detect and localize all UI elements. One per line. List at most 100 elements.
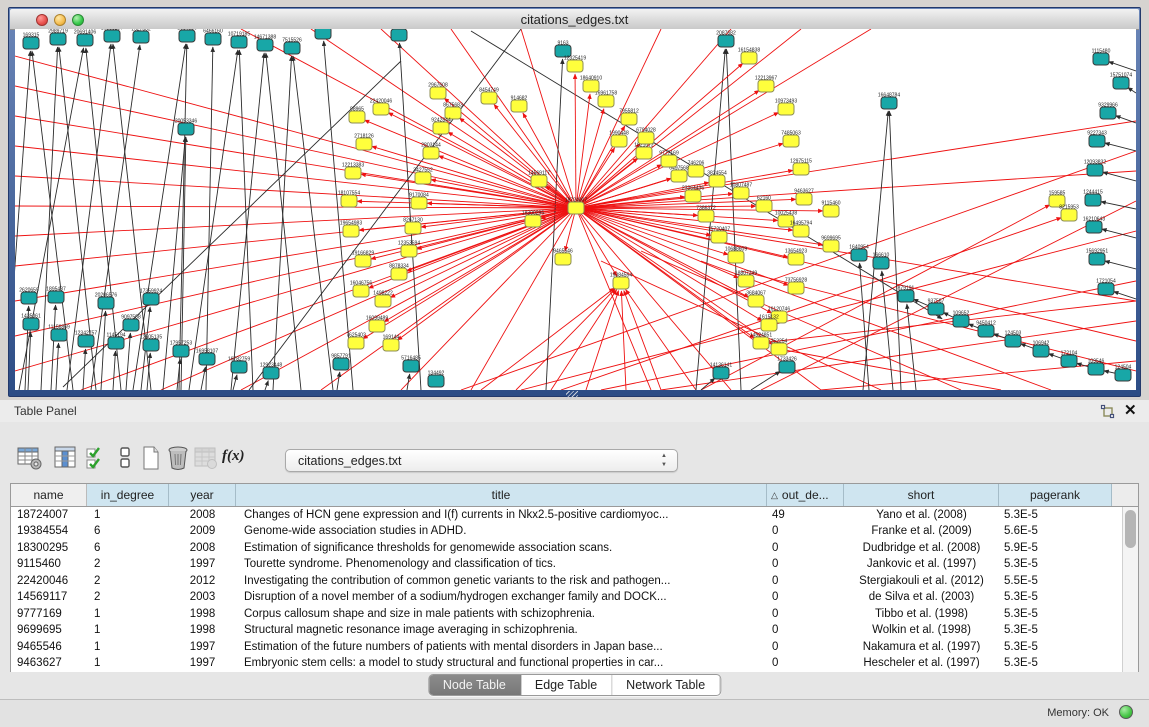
graph-node[interactable] <box>179 30 195 42</box>
graph-node[interactable] <box>23 318 39 330</box>
graph-node[interactable] <box>263 367 279 379</box>
graph-node[interactable] <box>481 92 497 104</box>
graph-node[interactable] <box>356 138 372 150</box>
graph-node[interactable] <box>758 80 774 92</box>
graph-node[interactable] <box>638 132 654 144</box>
memory-ok-icon[interactable] <box>1119 705 1133 719</box>
graph-node[interactable] <box>205 33 221 45</box>
graph-node[interactable] <box>1089 253 1105 265</box>
panel-resize-handle[interactable] <box>566 391 578 399</box>
graph-node[interactable] <box>50 33 66 45</box>
graph-node[interactable] <box>1100 107 1116 119</box>
table-chooser-select[interactable]: citations_edges.txt ▲▼ <box>285 449 678 472</box>
column-header-out-de-[interactable]: △out_de... <box>767 484 844 506</box>
graph-node[interactable] <box>1113 77 1129 89</box>
graph-node[interactable] <box>315 29 331 39</box>
graph-node[interactable] <box>621 113 637 125</box>
graph-node[interactable] <box>231 361 247 373</box>
graph-node[interactable] <box>343 225 359 237</box>
graph-node[interactable] <box>411 197 427 209</box>
graph-node[interactable] <box>978 325 994 337</box>
graph-node[interactable] <box>953 315 969 327</box>
column-header-pagerank[interactable]: pagerank <box>999 484 1112 506</box>
graph-node[interactable] <box>98 297 114 309</box>
graph-node[interactable] <box>1089 135 1105 147</box>
graph-node[interactable] <box>713 367 729 379</box>
graph-node[interactable] <box>77 34 93 46</box>
table-row[interactable]: 2242004622012Investigating the contribut… <box>11 573 1138 590</box>
graph-node[interactable] <box>173 345 189 357</box>
graph-node[interactable] <box>349 111 365 123</box>
graph-node[interactable] <box>108 337 124 349</box>
graph-node[interactable] <box>391 268 407 280</box>
new-column-icon[interactable] <box>140 445 162 471</box>
graph-node[interactable] <box>143 339 159 351</box>
graph-node[interactable] <box>525 215 541 227</box>
tab-network-table[interactable]: Network Table <box>612 675 720 695</box>
graph-node[interactable] <box>823 240 839 252</box>
graph-node[interactable] <box>78 335 94 347</box>
graph-node[interactable] <box>567 60 583 72</box>
column-header-in-degree[interactable]: in_degree <box>87 484 169 506</box>
graph-node[interactable] <box>333 358 349 370</box>
column-header-name[interactable]: name <box>11 484 87 506</box>
graph-node[interactable] <box>415 172 431 184</box>
graph-node[interactable] <box>711 231 727 243</box>
graph-node[interactable] <box>733 187 749 199</box>
table-scrollbar-thumb[interactable] <box>1125 510 1136 548</box>
table-row[interactable]: 1872400712008Changes of HCN gene express… <box>11 507 1138 524</box>
network-canvas[interactable]: 1872400716931529897192069140610953287152… <box>15 29 1136 390</box>
graph-node[interactable] <box>873 257 889 269</box>
table-row[interactable]: 911546021997Tourette syndrome. Phenomeno… <box>11 557 1138 574</box>
graph-node[interactable] <box>761 319 777 331</box>
graph-node[interactable] <box>741 52 757 64</box>
graph-node[interactable] <box>373 103 389 115</box>
row-height-icon[interactable] <box>118 445 132 471</box>
graph-node[interactable] <box>257 39 273 51</box>
graph-node[interactable] <box>369 320 385 332</box>
graph-node[interactable] <box>511 100 527 112</box>
graph-node[interactable] <box>611 135 627 147</box>
graph-node[interactable] <box>1086 221 1102 233</box>
graph-node[interactable] <box>1098 283 1114 295</box>
graph-node[interactable] <box>928 303 944 315</box>
table-settings-icon[interactable] <box>16 445 44 471</box>
column-header-short[interactable]: short <box>844 484 999 506</box>
graph-node[interactable] <box>104 30 120 42</box>
table-row[interactable]: 1830029562008Estimation of significance … <box>11 540 1138 557</box>
graph-node[interactable] <box>748 295 764 307</box>
graph-node[interactable] <box>1033 345 1049 357</box>
close-panel-icon[interactable]: ✕ <box>1124 401 1137 419</box>
graph-node[interactable] <box>555 253 571 265</box>
graph-node[interactable] <box>583 80 599 92</box>
graph-node[interactable] <box>881 97 897 109</box>
graph-node[interactable] <box>133 31 149 43</box>
graph-node[interactable] <box>341 195 357 207</box>
table-row[interactable]: 977716911998Corpus callosum shape and si… <box>11 606 1138 623</box>
graph-node[interactable] <box>688 165 704 177</box>
graph-node[interactable] <box>1093 53 1109 65</box>
graph-node[interactable] <box>123 319 139 331</box>
graph-node[interactable] <box>796 193 812 205</box>
function-builder-icon[interactable]: f(x) <box>222 445 252 471</box>
graph-node[interactable] <box>1115 369 1131 381</box>
graph-node[interactable] <box>178 123 194 135</box>
graph-node[interactable] <box>661 155 677 167</box>
table-scrollbar[interactable] <box>1122 507 1138 672</box>
graph-node[interactable] <box>898 290 914 302</box>
graph-node[interactable] <box>284 42 300 54</box>
column-visibility-icon[interactable] <box>52 445 80 471</box>
graph-node[interactable] <box>1088 363 1104 375</box>
graph-node[interactable] <box>51 329 67 341</box>
graph-node[interactable] <box>698 210 714 222</box>
graph-node[interactable] <box>788 253 804 265</box>
graph-node[interactable] <box>21 292 37 304</box>
window-titlebar[interactable]: citations_edges.txt <box>10 9 1139 30</box>
graph-node[interactable] <box>1085 194 1101 206</box>
graph-node[interactable] <box>671 170 687 182</box>
graph-node[interactable] <box>783 135 799 147</box>
row-selection-icon[interactable] <box>85 445 107 471</box>
float-panel-icon[interactable] <box>1100 404 1115 419</box>
graph-node[interactable] <box>851 249 867 261</box>
graph-node[interactable] <box>636 147 652 159</box>
